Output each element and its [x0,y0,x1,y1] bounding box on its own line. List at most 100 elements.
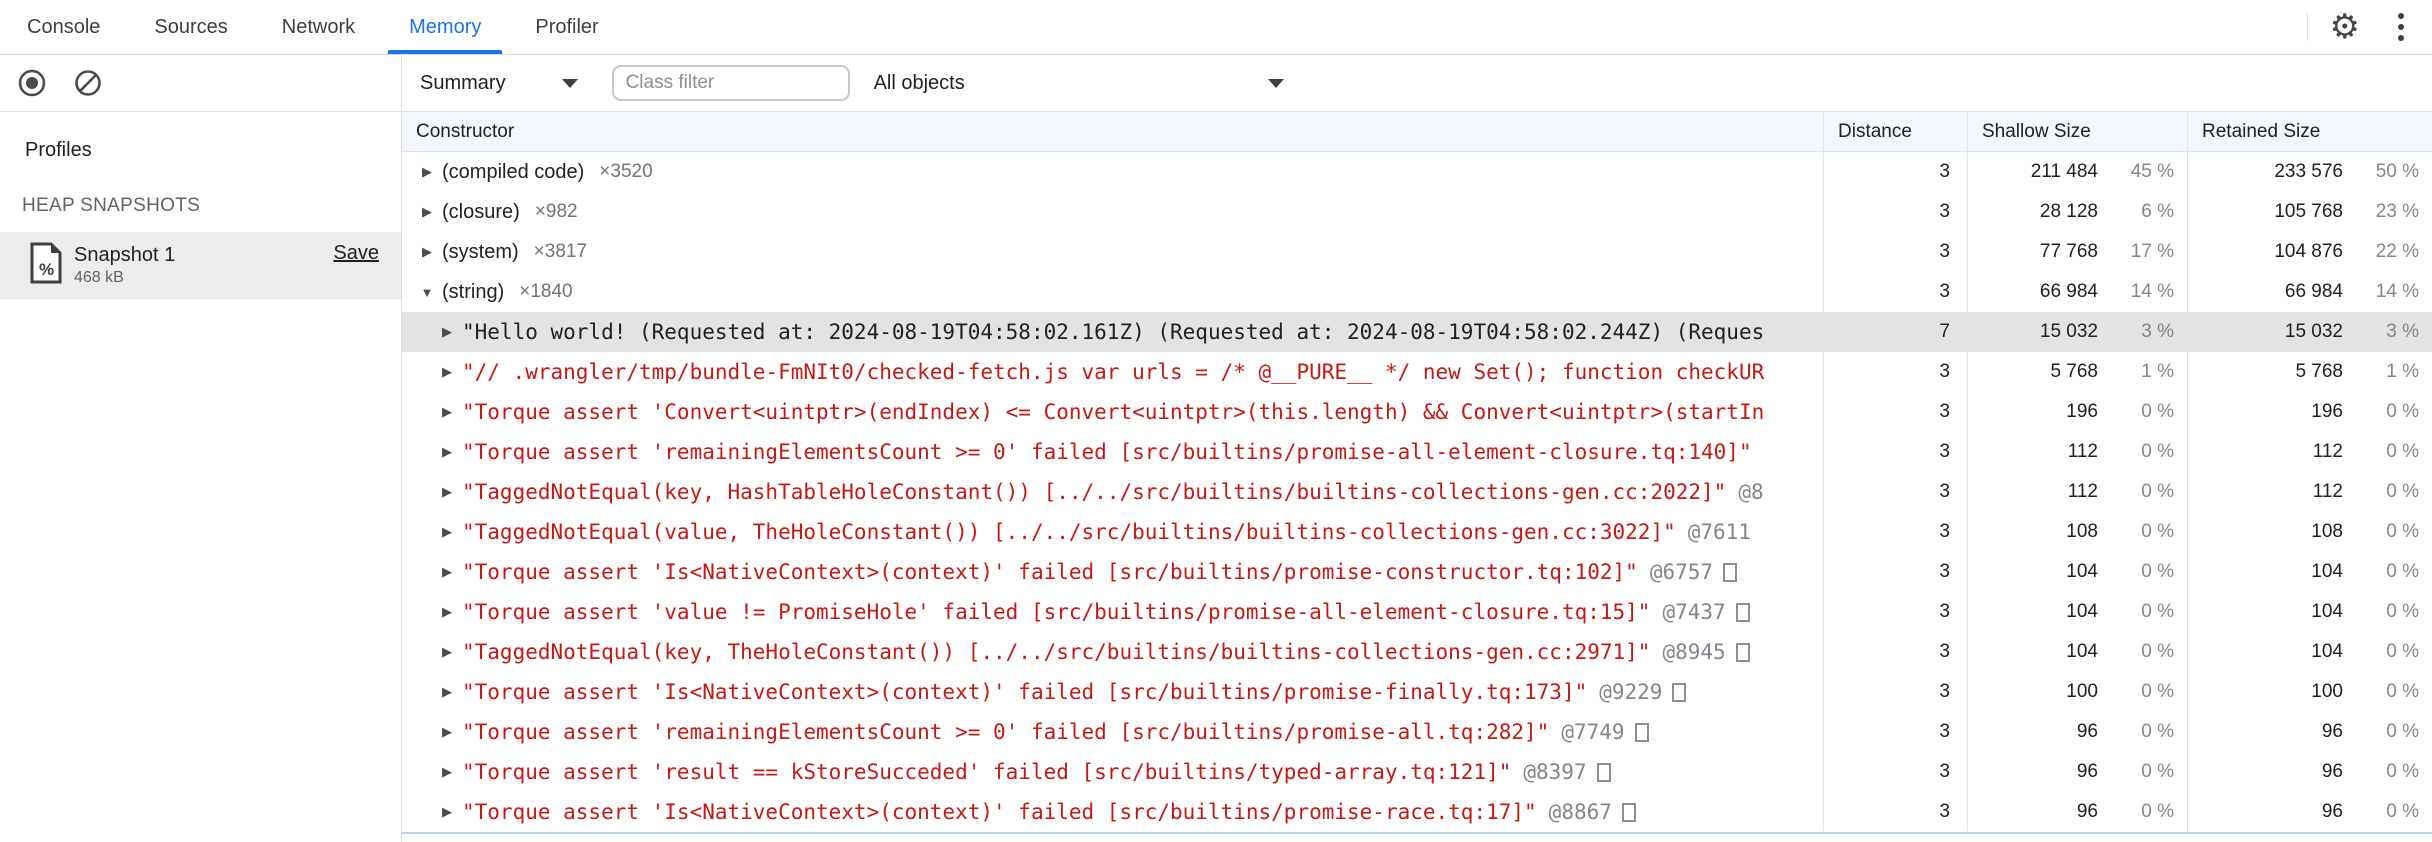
shallow-size-value: 96 [2076,721,2098,742]
class-filter-input[interactable] [611,65,850,101]
constructor-name: (string) [442,280,505,303]
constructor-cell: ▶ "TaggedNotEqual(key, TheHoleConstant())… [402,632,1823,672]
object-id: @7611 [1687,520,1751,544]
shallow-size-percent: 0 % [2141,681,2174,702]
shallow-size-value: 96 [2076,801,2098,822]
retained-size-cell: 96 0 % [2187,712,2432,752]
tab-bar-actions: ⚙ [2306,0,2432,54]
object-id: @8397 [1523,760,1587,784]
table-row[interactable]: ▶ "Torque assert 'remainingElementsCount … [402,712,2432,752]
retained-size-percent: 0 % [2386,441,2419,462]
table-row[interactable]: ▶ (compiled code) ×3520 3 211 484 45 % 233 576… [402,152,2432,192]
retained-size-percent: 0 % [2386,761,2419,782]
tab-sources[interactable]: Sources [127,0,254,54]
shallow-size-cell: 112 0 % [1967,472,2187,512]
distance-cell: 3 [1823,472,1967,512]
retained-size-cell: 104 0 % [2187,552,2432,592]
settings-gear-icon[interactable]: ⚙ [2330,10,2360,44]
table-row[interactable]: ▶ "Torque assert 'value != PromiseHole' f… [402,592,2432,632]
disclosure-triangle-icon[interactable]: ▶ [439,324,455,340]
panel-tabs: Console Sources Network Memory Profiler [0,0,626,54]
shallow-size-value: 112 [2067,481,2098,502]
distance-value: 3 [1939,721,1950,742]
sidebar-item-snapshot-1[interactable]: % Snapshot 1 468 kB Save [0,232,401,299]
snapshot-toolbar: Summary All objects [402,55,2432,112]
distance-cell: 3 [1823,792,1967,832]
table-row[interactable]: ▶ "Torque assert 'Convert<uintptr>(endInd… [402,392,2432,432]
retained-size-percent: 14 % [2375,281,2419,302]
distance-column-header[interactable]: Distance [1823,112,1967,151]
disclosure-triangle-icon[interactable]: ▶ [439,564,455,580]
retained-size-column-header[interactable]: Retained Size [2187,112,2432,151]
table-row[interactable]: ▶ (system) ×3817 3 77 768 17 % 104 876 22 % [402,232,2432,272]
retained-size-cell: 96 0 % [2187,752,2432,792]
record-heap-snapshot-icon[interactable] [16,67,48,99]
table-row[interactable]: ▶ (closure) ×982 3 28 128 6 % 105 768 23 % [402,192,2432,232]
retained-size-cell: 112 0 % [2187,432,2432,472]
shallow-size-column-header[interactable]: Shallow Size [1967,112,2187,151]
shallow-size-percent: 0 % [2141,641,2174,662]
disclosure-triangle-icon[interactable]: ▶ [439,444,455,460]
tab-console[interactable]: Console [0,0,127,54]
disclosure-triangle-icon[interactable]: ▶ [439,524,455,540]
table-row[interactable]: ▶ "Torque assert 'result == kStoreSuccede… [402,752,2432,792]
distance-cell: 3 [1823,592,1967,632]
disclosure-triangle-icon[interactable]: ▶ [439,484,455,500]
profiles-title: Profiles [25,139,92,161]
perspective-select[interactable]: Summary [412,72,586,95]
objects-scope-select[interactable]: All objects [874,72,1294,95]
retained-size-percent: 22 % [2375,241,2419,262]
constructor-column-header[interactable]: Constructor [402,112,1823,151]
constructor-cell: ▶ (closure) ×982 [402,192,1823,232]
string-value: "Hello world! (Requested at: 2024-08-19T… [462,320,1765,344]
disclosure-triangle-icon[interactable]: ▶ [439,764,455,780]
string-value: "Torque assert 'Is<NativeContext>(contex… [462,680,1588,704]
clear-profiles-icon[interactable] [72,67,104,99]
object-id: @8867 [1548,800,1612,824]
tab-network[interactable]: Network [255,0,382,54]
save-snapshot-link[interactable]: Save [333,242,379,265]
shallow-size-cell: 5 768 1 % [1967,352,2187,392]
shallow-size-cell: 108 0 % [1967,512,2187,552]
table-row[interactable]: ▶ "// .wrangler/tmp/bundle-FmNIt0/checked… [402,352,2432,392]
disclosure-triangle-icon[interactable]: ▶ [439,684,455,700]
retained-size-value: 104 876 [2274,241,2343,262]
object-id: @6757 [1649,560,1714,584]
table-row[interactable]: ▶ "Torque assert 'Is<NativeContext>(conte… [402,792,2432,832]
disclosure-triangle-icon[interactable]: ▶ [439,364,455,380]
tab-memory[interactable]: Memory [382,0,508,54]
table-row[interactable]: ▼ (string) ×1840 3 66 984 14 % 66 984 14 % [402,272,2432,312]
snapshot-size: 468 kB [74,269,124,286]
retained-size-percent: 23 % [2375,201,2419,222]
constructor-cell: ▶ "Torque assert 'Is<NativeContext>(conte… [402,672,1823,712]
more-options-kebab-icon[interactable] [2388,7,2414,47]
table-row[interactable]: ▶ "TaggedNotEqual(value, TheHoleConstant(… [402,512,2432,552]
disclosure-triangle-icon[interactable]: ▶ [439,804,455,820]
disclosure-triangle-icon[interactable]: ▼ [419,285,435,300]
table-row[interactable]: ▶ "TaggedNotEqual(key, TheHoleConstant())… [402,632,2432,672]
constructor-cell: ▶ (compiled code) ×3520 [402,152,1823,192]
distance-value: 3 [1939,281,1950,302]
tab-profiler[interactable]: Profiler [508,0,625,54]
table-row[interactable]: ▶ "Torque assert 'Is<NativeContext>(conte… [402,552,2432,592]
disclosure-triangle-icon[interactable]: ▶ [419,164,435,180]
detail-box-icon [1723,562,1738,582]
disclosure-triangle-icon[interactable]: ▶ [439,724,455,740]
disclosure-triangle-icon[interactable]: ▶ [439,644,455,660]
shallow-size-cell: 104 0 % [1967,632,2187,672]
retained-size-percent: 50 % [2375,161,2419,182]
table-row[interactable]: ▶ "Hello world! (Requested at: 2024-08-19… [402,312,2432,352]
instance-count: ×3520 [599,161,653,182]
disclosure-triangle-icon[interactable]: ▶ [439,404,455,420]
table-row[interactable]: ▶ "Torque assert 'Is<NativeContext>(conte… [402,672,2432,712]
table-row[interactable]: ▶ "TaggedNotEqual(key, HashTableHoleConst… [402,472,2432,512]
string-value: "TaggedNotEqual(key, HashTableHoleConsta… [462,480,1727,504]
disclosure-triangle-icon[interactable]: ▶ [419,244,435,260]
distance-cell: 3 [1823,632,1967,672]
disclosure-triangle-icon[interactable]: ▶ [419,204,435,220]
shallow-size-value: 211 484 [2030,161,2098,182]
disclosure-triangle-icon[interactable]: ▶ [439,604,455,620]
retained-size-percent: 0 % [2386,681,2419,702]
retained-size-value: 104 [2311,641,2343,662]
table-row[interactable]: ▶ "Torque assert 'remainingElementsCount … [402,432,2432,472]
